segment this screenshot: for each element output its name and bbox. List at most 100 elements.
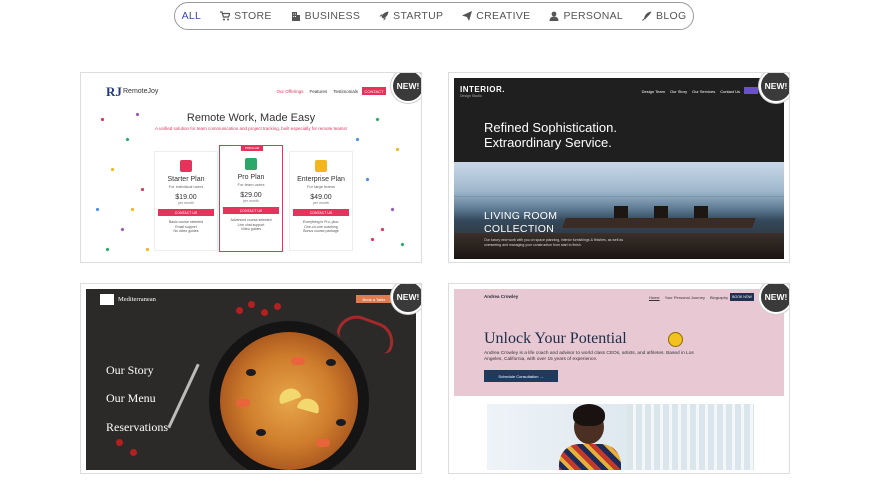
rocket-icon (379, 11, 389, 21)
nav-link: Home (648, 295, 660, 300)
plan-button: CONTACT US (293, 209, 349, 216)
filter-startup[interactable]: STARTUP (379, 10, 443, 22)
filter-creative[interactable]: CREATIVE (462, 10, 530, 22)
confetti-piece (140, 187, 145, 192)
dining-table (562, 218, 756, 228)
filter-personal[interactable]: PERSONAL (549, 10, 623, 22)
section-title: LIVING ROOM (484, 210, 558, 222)
section-description: Our luxury new work with you on space pl… (484, 238, 624, 247)
nav-link: Your Personal Journey (664, 295, 705, 300)
hero-headline: Extraordinary Service. (484, 135, 612, 150)
filter-label: STORE (234, 10, 272, 22)
filter-label: ALL (181, 10, 202, 22)
schedule-consultation-button: Schedule Consultation → (484, 370, 558, 382)
window-blinds (627, 404, 754, 470)
template-card-life-coach[interactable]: Andrea Crowley Home Your Personal Journe… (448, 283, 790, 474)
filter-label: PERSONAL (563, 10, 624, 22)
hero-title: Remote Work, Made Easy (186, 112, 316, 124)
nav-link: Design Team (641, 89, 665, 94)
preview-nav: Design Team Our Story Our Services Conta… (642, 89, 740, 94)
template-card-remotejoy[interactable]: RJ RemoteJoy Our Offerings Features Test… (80, 72, 422, 263)
cherry-tomato (261, 309, 268, 316)
confetti-piece (95, 207, 100, 212)
hero-headline: Refined Sophistication. (484, 120, 617, 135)
filter-all[interactable]: ALL (182, 10, 202, 22)
confetti-piece (365, 177, 370, 182)
confetti-piece (370, 237, 375, 242)
template-card-mediterranean[interactable]: Mediterranean Book a Table Our Story Our… (80, 283, 422, 474)
cherry-tomato (130, 449, 137, 456)
book-now-button: BOOK NOW (730, 293, 754, 301)
confetti-piece (390, 207, 395, 212)
plan-feature: Bonus course package (303, 229, 339, 233)
template-preview: Andrea Crowley Home Your Personal Journe… (454, 289, 784, 470)
nav-link: Features (309, 89, 328, 94)
cherry-tomato (116, 439, 123, 446)
nav-link: Our Story (669, 89, 688, 94)
brand-name: INTERIOR. (460, 85, 505, 94)
cart-icon (220, 11, 231, 21)
plan-name: Starter Plan (167, 176, 205, 183)
template-preview: INTERIOR. Design Studio Design Team Our … (454, 78, 784, 259)
nav-link: Contact Us (720, 89, 740, 94)
filter-label: BUSINESS (304, 10, 361, 22)
section-title: COLLECTION (484, 223, 555, 235)
filter-blog[interactable]: BLOG (642, 10, 686, 22)
portrait-photo (487, 404, 754, 470)
cube-icon (245, 158, 257, 170)
plan-feature: No video guides (173, 229, 199, 233)
nav-link: Our Offerings (276, 89, 304, 94)
plan-period: per month (243, 199, 259, 203)
fork (167, 363, 200, 429)
confetti-piece (105, 247, 110, 252)
mussel (336, 419, 346, 426)
building-columns-icon (315, 160, 327, 172)
filter-business[interactable]: BUSINESS (291, 10, 361, 22)
template-preview: RJ RemoteJoy Our Offerings Features Test… (86, 78, 416, 259)
plan-feature: Video guides (240, 227, 262, 231)
new-badge: NEW! (759, 73, 789, 103)
filter-store[interactable]: STORE (220, 10, 271, 22)
nav-link: Biography (709, 295, 728, 300)
user-icon (549, 11, 559, 21)
hero-description: Andrea Crowley is a life coach and advis… (484, 351, 694, 362)
nav-button (744, 87, 758, 94)
brand-name: Mediterranean (118, 296, 156, 303)
hero-title: Unlock Your Potential (484, 330, 627, 347)
plan-period: per month (313, 201, 329, 205)
cherry-tomato (248, 301, 255, 308)
confetti-piece (145, 247, 150, 252)
template-card-interior[interactable]: INTERIOR. Design Studio Design Team Our … (448, 72, 790, 263)
pricing-plan-enterprise: Enterprise Plan For large teams $49.00 p… (289, 151, 353, 251)
plan-period: per month (178, 201, 194, 205)
plan-audience: For team users (237, 182, 265, 187)
menu-link-our-menu: Our Menu (106, 391, 156, 405)
plan-features: Advanced course selected Live chat suppo… (220, 218, 282, 232)
confetti-piece (355, 137, 360, 142)
nav-contact-button: CONTACT (362, 87, 386, 95)
paper-plane-icon (462, 11, 473, 21)
shrimp (291, 357, 305, 365)
confetti-piece (125, 137, 130, 142)
filter-label: BLOG (656, 10, 687, 22)
mussel (246, 369, 256, 376)
feather-icon (642, 11, 652, 21)
plan-audience: For large teams (306, 184, 335, 189)
building-icon (291, 12, 300, 21)
new-badge: NEW! (391, 284, 421, 314)
restaurant-logo (100, 294, 114, 305)
person-hair (573, 404, 605, 426)
mussel (256, 429, 266, 436)
nav-link: Testimonials (333, 89, 358, 94)
plan-features: Everything in Pro, plus: One-on-one coac… (290, 220, 352, 234)
popular-badge: POPULAR (241, 145, 263, 151)
plan-audience: For individual users (168, 184, 204, 189)
shrimp (316, 439, 330, 447)
hero-subtitle: A unified solution for team communicatio… (154, 126, 348, 131)
shrimp (236, 399, 250, 407)
sun-emoji-icon (668, 332, 683, 347)
brand-name: Andrea Crowley (484, 294, 519, 299)
plan-price: $49.00 (310, 194, 332, 201)
brand-name: RemoteJoy (123, 88, 159, 95)
confetti-piece (130, 207, 135, 212)
